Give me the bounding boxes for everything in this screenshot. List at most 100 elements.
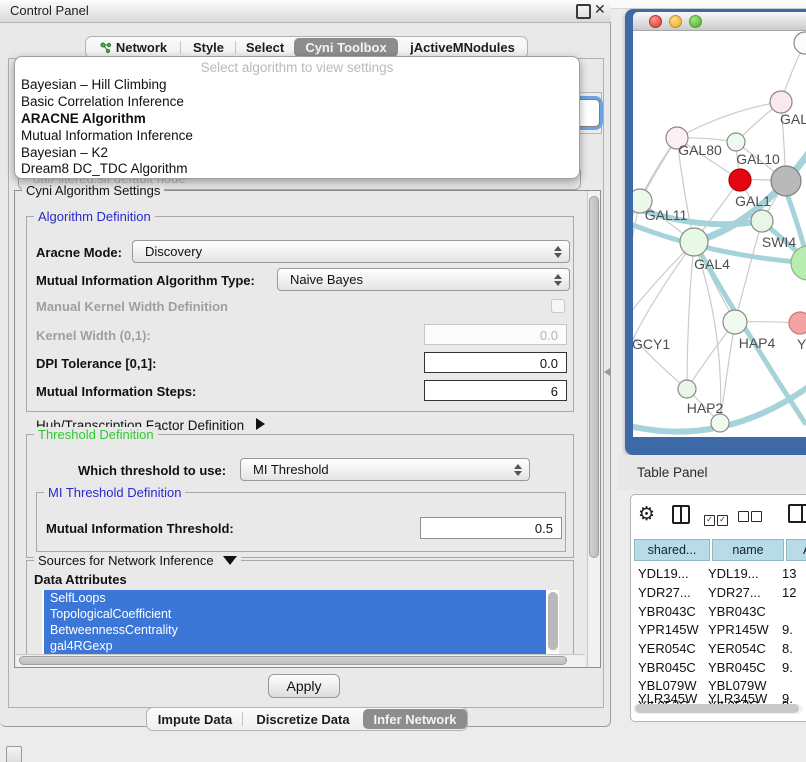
list-item[interactable]: gal4RGexp xyxy=(44,638,546,654)
sources-group-title[interactable]: Sources for Network Inference xyxy=(34,553,241,568)
mi-steps-label: Mutual Information Steps: xyxy=(36,384,196,399)
settings-horizontal-scrollbar[interactable] xyxy=(16,654,585,667)
column-header-shared[interactable]: shared... xyxy=(634,539,710,561)
list-scrollbar-thumb[interactable] xyxy=(548,592,558,650)
menu-item-basic-correlation[interactable]: Basic Correlation Inference xyxy=(21,94,184,109)
cyni-settings-title: Cyni Algorithm Settings xyxy=(22,183,164,198)
close-icon[interactable]: ✕ xyxy=(594,1,606,18)
gear-icon[interactable]: ⚙ xyxy=(638,503,655,526)
settings-vertical-scrollbar[interactable] xyxy=(587,191,600,667)
mi-threshold-group-title: MI Threshold Definition xyxy=(44,485,185,500)
settings-hscroll-thumb[interactable] xyxy=(19,656,567,665)
close-light-icon[interactable] xyxy=(649,15,662,28)
settings-vscroll-thumb[interactable] xyxy=(589,196,599,558)
node-hap4 xyxy=(723,310,747,334)
tab-style[interactable]: Style xyxy=(181,37,236,58)
node-gray xyxy=(771,166,801,196)
minimized-panel-icon[interactable] xyxy=(6,746,22,762)
network-graph: GAL GAL80 GAL10 GAL1 GAL11 SWI4 GAL4 GCY… xyxy=(633,31,806,437)
cell: YPR145W xyxy=(708,622,782,637)
node-label: GAL1 xyxy=(735,193,771,209)
expand-right-icon xyxy=(256,418,265,430)
mi-threshold-field[interactable]: 0.5 xyxy=(420,517,562,539)
node-label: GAL11 xyxy=(645,207,688,223)
dpi-tolerance-field[interactable]: 0.0 xyxy=(424,352,567,373)
minimize-light-icon[interactable] xyxy=(669,15,682,28)
list-scrollbar[interactable] xyxy=(548,592,558,652)
mi-type-combo[interactable]: Naive Bayes xyxy=(277,268,570,291)
float-window-icon[interactable] xyxy=(576,4,591,19)
which-threshold-combo[interactable]: MI Threshold xyxy=(240,458,530,481)
stepper-icon xyxy=(514,464,522,476)
node-gal10 xyxy=(727,133,745,151)
tab-cyni-toolbox[interactable]: Cyni Toolbox xyxy=(294,38,398,57)
list-item[interactable]: BetweennessCentrality xyxy=(44,622,546,638)
cell: YBR043C xyxy=(708,604,782,619)
threshold-definition-title: Threshold Definition xyxy=(34,427,158,442)
node-swi4 xyxy=(751,210,773,232)
table-row[interactable]: YBR043CYBR043C xyxy=(638,604,782,619)
tab-discretize-data[interactable]: Discretize Data xyxy=(243,708,363,730)
splitter-collapse-icon[interactable] xyxy=(604,368,610,376)
table-row[interactable]: YDR27...YDR27...12 xyxy=(638,585,796,600)
algorithm-dropdown-popup: Select algorithm to view settings Bayesi… xyxy=(14,56,580,179)
table-panel-title: Table Panel xyxy=(637,465,708,480)
network-window-titlebar[interactable] xyxy=(633,12,806,31)
network-canvas[interactable]: GAL GAL80 GAL10 GAL1 GAL11 SWI4 GAL4 GCY… xyxy=(633,31,806,437)
collapse-down-icon xyxy=(223,556,237,565)
tab-select[interactable]: Select xyxy=(236,37,294,58)
table-row[interactable]: YDL19...YDL19...13 xyxy=(638,566,796,581)
cell: YBR043C xyxy=(638,604,708,619)
table-row[interactable]: YPR145WYPR145W9. xyxy=(638,622,793,637)
column-header-partial[interactable]: A xyxy=(786,539,806,561)
control-panel-title: Control Panel xyxy=(10,3,89,18)
bottom-tabs: Impute Data Discretize Data Infer Networ… xyxy=(146,707,468,731)
aracne-mode-combo[interactable]: Discovery xyxy=(132,240,570,263)
column-header-name[interactable]: name xyxy=(712,539,784,561)
zoom-light-icon[interactable] xyxy=(689,15,702,28)
node-label: Y xyxy=(797,336,806,352)
tab-jactivemnodules-label: jActiveMNodules xyxy=(410,40,515,55)
menu-item-dream8[interactable]: Dream8 DC_TDC Algorithm xyxy=(21,161,188,176)
cell: YER054C xyxy=(638,641,708,656)
algorithm-definition-title: Algorithm Definition xyxy=(34,209,155,224)
manual-kernel-checkbox[interactable] xyxy=(551,299,565,313)
new-column-icon[interactable] xyxy=(788,504,806,523)
tab-jactivemnodules[interactable]: jActiveMNodules xyxy=(398,37,527,58)
tab-infer-network-label: Infer Network xyxy=(373,712,456,727)
tab-impute-data-label: Impute Data xyxy=(158,712,232,727)
which-threshold-label: Which threshold to use: xyxy=(78,463,226,478)
kernel-width-field[interactable]: 0.0 xyxy=(424,324,567,345)
menu-item-aracne[interactable]: ARACNE Algorithm xyxy=(21,111,146,126)
cell: YDL19... xyxy=(638,566,708,581)
control-panel-titlebar[interactable]: Control Panel ✕ xyxy=(0,0,611,23)
node-label: GCY1 xyxy=(633,336,670,352)
tab-network[interactable]: Network xyxy=(86,37,181,58)
tab-discretize-data-label: Discretize Data xyxy=(256,712,349,727)
table-row[interactable]: YER054CYER054C8. xyxy=(638,641,793,656)
columns-icon[interactable] xyxy=(672,505,690,524)
select-all-columns-icon[interactable]: ✓✓ xyxy=(704,509,728,527)
tab-impute-data[interactable]: Impute Data xyxy=(147,708,243,730)
apply-button[interactable]: Apply xyxy=(268,674,340,698)
table-hscroll-thumb[interactable] xyxy=(635,704,799,713)
table-horizontal-scrollbar[interactable] xyxy=(633,704,803,714)
list-item[interactable]: TopologicalCoefficient xyxy=(44,606,546,622)
node xyxy=(770,91,792,113)
menu-item-bayesian-hill[interactable]: Bayesian – Hill Climbing xyxy=(21,77,167,92)
list-item[interactable]: SelfLoops xyxy=(44,590,546,606)
tab-style-label: Style xyxy=(193,40,224,55)
table-row[interactable]: YBR045CYBR045C9. xyxy=(638,660,793,675)
tab-infer-network[interactable]: Infer Network xyxy=(363,709,467,729)
data-attributes-list[interactable]: SelfLoops TopologicalCoefficient Between… xyxy=(42,590,559,655)
data-attributes-title: Data Attributes xyxy=(34,572,127,587)
menu-item-bayesian-k2[interactable]: Bayesian – K2 xyxy=(21,145,108,160)
unselect-all-columns-icon[interactable] xyxy=(738,509,762,527)
cell: YDL19... xyxy=(708,566,782,581)
network-view-window[interactable]: GAL GAL80 GAL10 GAL1 GAL11 SWI4 GAL4 GCY… xyxy=(625,9,806,455)
cell: YBR045C xyxy=(708,660,782,675)
mi-steps-field[interactable]: 6 xyxy=(424,380,567,401)
cell: YDR27... xyxy=(638,585,708,600)
menu-item-mutual-information[interactable]: Mutual Information Inference xyxy=(21,128,193,143)
which-threshold-value: MI Threshold xyxy=(253,462,329,477)
